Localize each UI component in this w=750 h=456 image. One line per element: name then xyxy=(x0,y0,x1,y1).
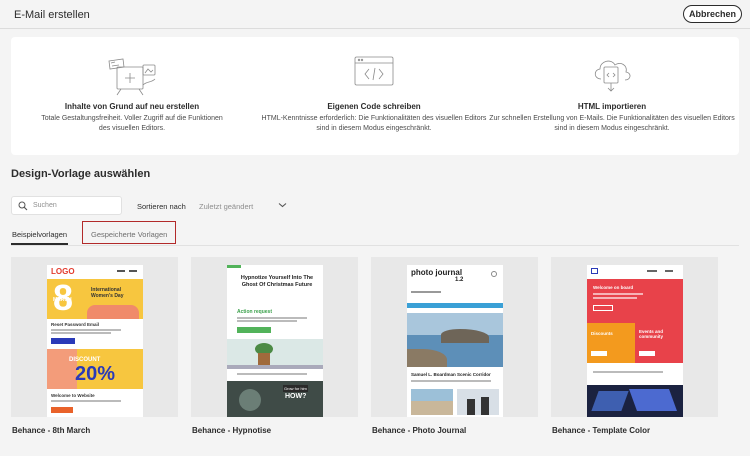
thumb-action: Action request xyxy=(237,309,273,315)
template-name-8th-march: Behance - 8th March xyxy=(12,426,91,435)
thumb-headline: International Women's Day xyxy=(91,287,124,299)
thumb-red-hero: Welcome on board xyxy=(587,279,683,323)
create-from-scratch-icon xyxy=(108,58,156,96)
section-title: Design-Vorlage auswählen xyxy=(11,168,151,180)
template-card-hypnotise[interactable]: Hypnotize Yourself Into The Ghost Of Chr… xyxy=(191,257,358,417)
thumb-coast-image xyxy=(407,313,503,367)
sort-value: Zuletzt geändert xyxy=(199,202,254,211)
option-desc-line-1: Zur schnellen Erstellung von E-Mails. Di… xyxy=(489,115,735,122)
thumb-reset-title: Reset Password Email xyxy=(51,322,100,327)
thumb-welcome: Welcome on board xyxy=(593,285,634,290)
thumb-march: MARCH xyxy=(53,297,72,303)
tab-saved-templates[interactable]: Gespeicherte Vorlagen xyxy=(91,230,167,239)
option-description: HTML-Kenntnisse erforderlich: Die Funkti… xyxy=(245,114,503,134)
tab-sample-templates[interactable]: Beispielvorlagen xyxy=(12,230,67,239)
template-thumbnail: photo journal 1.2 Samuel L. Boardman Sce… xyxy=(407,265,503,417)
thumb-reset-block: Reset Password Email xyxy=(47,319,143,349)
thumb-people-image xyxy=(457,389,499,415)
cloud-upload-html-icon xyxy=(594,60,631,92)
thumb-beach-image xyxy=(411,389,453,415)
dialog-title: E-Mail erstellen xyxy=(14,9,90,21)
template-card-template-color[interactable]: Welcome on board Discounts Events and co… xyxy=(551,257,718,417)
thumb-city-image xyxy=(587,385,683,417)
thumb-discount-pct: 20% xyxy=(75,363,116,385)
thumb-discounts: Discounts xyxy=(591,331,613,336)
option-create-from-scratch[interactable]: Inhalte von Grund auf neu erstellen Tota… xyxy=(11,37,253,155)
template-name-photo-journal: Behance - Photo Journal xyxy=(372,426,467,435)
thumb-how: HOW? xyxy=(285,393,307,400)
thumb-headline: Hypnotize Yourself Into The Ghost Of Chr… xyxy=(240,275,314,288)
option-desc-line-2: sind in diesem Modus eingeschränkt. xyxy=(316,125,432,132)
template-thumbnail: Welcome on board Discounts Events and co… xyxy=(587,265,683,417)
thumb-grow: Grow for him xyxy=(283,385,308,392)
cancel-button[interactable]: Abbrechen xyxy=(683,5,742,23)
title-bar: E-Mail erstellen Abbrechen xyxy=(0,0,750,30)
template-thumbnail: Hypnotize Yourself Into The Ghost Of Chr… xyxy=(227,265,323,417)
template-card-8th-march[interactable]: LOGO 8 MARCH International Women's Day R… xyxy=(11,257,178,417)
template-thumbnail: LOGO 8 MARCH International Women's Day R… xyxy=(47,265,143,417)
thumb-events-tile: Events and community xyxy=(635,323,683,363)
search-input[interactable]: Suchen xyxy=(11,196,122,215)
search-placeholder: Suchen xyxy=(33,202,57,209)
thumb-logo: LOGO xyxy=(51,267,75,276)
template-name-template-color: Behance - Template Color xyxy=(552,426,651,435)
option-desc-line-2: des visuellen Editors. xyxy=(98,125,166,132)
thumb-discounts-tile: Discounts xyxy=(587,323,635,363)
thumb-hero: 8 MARCH International Women's Day xyxy=(47,277,143,319)
thumb-plant-image xyxy=(227,339,323,369)
option-title: HTML importieren xyxy=(577,102,647,111)
tabs-divider xyxy=(11,245,739,246)
thumb-story: Samuel L. Boardman Scenic Corridor xyxy=(411,372,491,377)
thumb-events: Events and community xyxy=(639,329,664,339)
option-desc-line-1: HTML-Kenntnisse erforderlich: Die Funkti… xyxy=(261,115,487,122)
option-description: Totale Gestaltungsfreiheit. Voller Zugri… xyxy=(11,114,253,134)
option-title: Eigenen Code schreiben xyxy=(327,102,421,111)
option-title: Inhalte von Grund auf neu erstellen xyxy=(64,102,200,111)
option-write-own-code[interactable]: Eigenen Code schreiben HTML-Kenntnisse e… xyxy=(245,37,503,155)
sort-label: Sortieren nach xyxy=(137,202,186,211)
code-window-icon xyxy=(354,56,394,86)
option-import-html[interactable]: HTML importieren Zur schnellen Erstellun… xyxy=(485,37,739,155)
template-card-photo-journal[interactable]: photo journal 1.2 Samuel L. Boardman Sce… xyxy=(371,257,538,417)
chevron-down-icon xyxy=(278,203,287,208)
title-divider xyxy=(0,28,750,29)
search-icon xyxy=(18,201,28,211)
thumb-welcome-title: Welcome to Website xyxy=(51,393,95,398)
option-desc-line-1: Totale Gestaltungsfreiheit. Voller Zugri… xyxy=(41,115,223,122)
option-description: Zur schnellen Erstellung von E-Mails. Di… xyxy=(485,114,739,134)
thumb-title: photo journal xyxy=(411,268,463,277)
creation-options-panel: Inhalte von Grund auf neu erstellen Tota… xyxy=(11,37,739,155)
thumb-issue: 1.2 xyxy=(455,277,464,283)
template-name-hypnotise: Behance - Hypnotise xyxy=(192,426,272,435)
option-desc-line-2: sind in diesem Modus eingeschränkt. xyxy=(554,125,670,132)
thumb-welcome: Welcome to Website xyxy=(47,389,143,417)
thumb-dark-image: Grow for him HOW? xyxy=(227,381,323,417)
thumb-discount: DISCOUNT 20% xyxy=(47,349,143,389)
sort-dropdown[interactable]: Zuletzt geändert xyxy=(199,197,290,214)
